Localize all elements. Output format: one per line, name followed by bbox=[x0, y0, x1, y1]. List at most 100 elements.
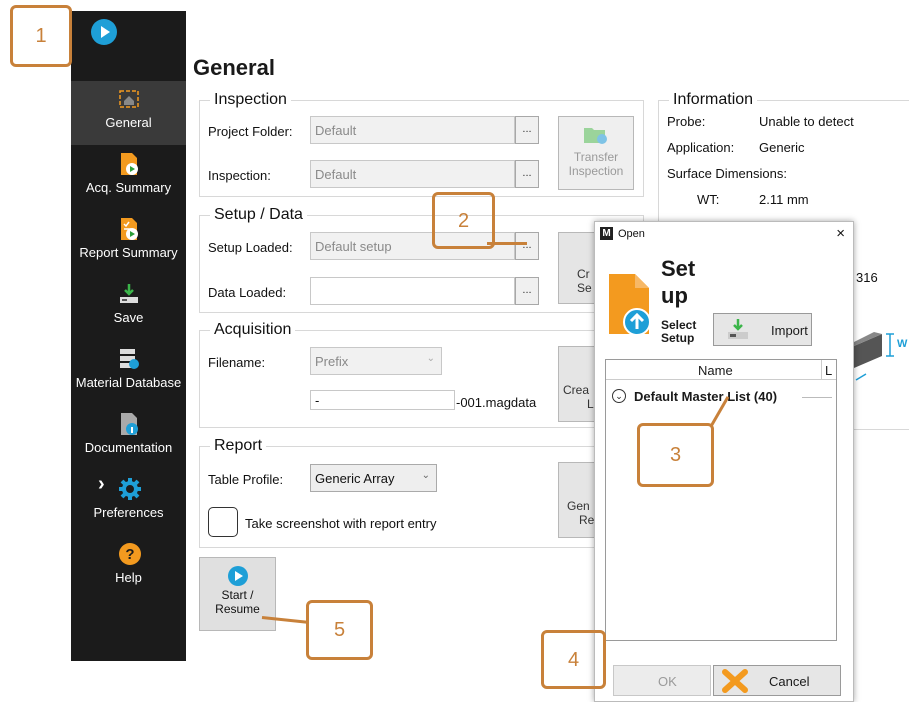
filename-label: Filename: bbox=[208, 355, 266, 370]
dialog-heading: Set up bbox=[661, 255, 721, 309]
play-icon bbox=[227, 566, 248, 586]
dialog-heading-line-2: up bbox=[661, 283, 688, 308]
sidebar-item-acq-summary[interactable]: Acq. Summary bbox=[71, 146, 186, 210]
close-icon[interactable]: × bbox=[836, 225, 845, 242]
sidebar-item-label: Save bbox=[113, 310, 144, 325]
table-profile-value: Generic Array bbox=[315, 471, 395, 486]
start-label-1: Start / bbox=[221, 588, 254, 602]
data-loaded-browse-button[interactable]: ... bbox=[515, 277, 539, 305]
sidebar: General Acq. Summary Report Summary Save… bbox=[71, 11, 186, 661]
inspection-label: Inspection: bbox=[208, 168, 271, 183]
generate-report-label-2: Re bbox=[579, 513, 595, 527]
home-icon bbox=[118, 87, 140, 111]
svg-text:?: ? bbox=[125, 546, 134, 563]
sidebar-item-label: Material Database bbox=[75, 375, 182, 390]
chevron-down-icon: ⌄ bbox=[421, 470, 430, 481]
sidebar-item-help[interactable]: ? Help bbox=[71, 536, 186, 600]
filename-mode-select[interactable]: Prefix ⌄ bbox=[310, 347, 442, 375]
table-profile-select[interactable]: Generic Array ⌄ bbox=[310, 464, 437, 492]
plate-diagram: W bbox=[854, 328, 909, 398]
wt-value: 2.11 mm bbox=[759, 192, 809, 207]
screenshot-checkbox[interactable] bbox=[208, 507, 238, 537]
project-folder-browse-button[interactable]: ... bbox=[515, 116, 539, 144]
cancel-label: Cancel bbox=[769, 674, 810, 689]
transfer-label-1: Transfer bbox=[573, 150, 619, 164]
chevron-down-icon[interactable]: ⌄ bbox=[612, 389, 626, 403]
sidebar-item-preferences[interactable]: Preferences bbox=[71, 471, 186, 535]
app-logo[interactable] bbox=[91, 19, 117, 45]
setup-list[interactable]: Name L ⌄ Default Master List (40) bbox=[605, 359, 837, 641]
start-resume-button[interactable]: Start / Resume bbox=[199, 557, 276, 631]
probe-label: Probe: bbox=[667, 114, 706, 129]
help-icon: ? bbox=[118, 542, 141, 566]
w-dimension-label: W bbox=[897, 338, 908, 350]
project-folder-label: Project Folder: bbox=[208, 124, 293, 139]
setup-loaded-label: Setup Loaded: bbox=[208, 240, 293, 255]
filename-prefix-input[interactable]: - bbox=[310, 390, 455, 410]
open-dialog: M Open × Set up Select Setup Import Name… bbox=[594, 221, 854, 702]
transfer-inspection-button[interactable]: Transfer Inspection bbox=[558, 116, 634, 190]
column-name-header[interactable]: Name bbox=[698, 363, 733, 378]
ok-label: OK bbox=[658, 674, 677, 689]
column-divider bbox=[821, 360, 822, 380]
sidebar-item-general[interactable]: General bbox=[71, 81, 186, 145]
sidebar-item-label: Report Summary bbox=[79, 245, 178, 260]
ok-button[interactable]: OK bbox=[613, 665, 711, 696]
sidebar-item-documentation[interactable]: Documentation bbox=[71, 406, 186, 470]
dialog-heading-line-1: Set bbox=[661, 256, 696, 281]
import-label: Import bbox=[771, 323, 808, 338]
filename-suffix: -001.magdata bbox=[456, 395, 537, 410]
application-label: Application: bbox=[667, 140, 735, 155]
screenshot-label: Take screenshot with report entry bbox=[245, 516, 437, 531]
sidebar-item-label: Preferences bbox=[93, 505, 164, 520]
filename-mode-value: Prefix bbox=[315, 354, 349, 369]
setup-data-heading: Setup / Data bbox=[210, 206, 307, 224]
application-value: Generic bbox=[759, 140, 805, 155]
app-m-icon: M bbox=[600, 227, 613, 240]
column-l-header[interactable]: L bbox=[825, 363, 832, 378]
dialog-subheading: Select Setup bbox=[661, 319, 696, 345]
transfer-label-2: Inspection bbox=[568, 164, 624, 178]
sidebar-item-report-summary[interactable]: Report Summary bbox=[71, 211, 186, 275]
page-title: General bbox=[193, 55, 275, 80]
generate-report-label-1: Gen bbox=[567, 499, 590, 513]
create-list-label-2: L bbox=[587, 397, 594, 411]
callout-3: 3 bbox=[637, 423, 714, 487]
acquisition-summary-icon bbox=[118, 152, 140, 176]
acquisition-heading: Acquisition bbox=[210, 321, 296, 339]
dialog-titlebar[interactable]: M Open × bbox=[595, 222, 853, 246]
inspection-browse-button[interactable]: ... bbox=[515, 160, 539, 188]
gear-icon bbox=[118, 477, 141, 501]
sidebar-item-material-database[interactable]: Material Database bbox=[71, 341, 186, 405]
wt-label: WT: bbox=[697, 192, 720, 207]
report-heading: Report bbox=[210, 437, 267, 455]
create-list-button[interactable]: Crea L bbox=[558, 346, 598, 422]
data-loaded-field[interactable] bbox=[310, 277, 515, 305]
create-setup-button[interactable]: Cr Se bbox=[558, 232, 598, 304]
group-divider bbox=[802, 397, 832, 398]
surface-dimensions-label: Surface Dimensions: bbox=[667, 166, 787, 181]
import-button[interactable]: Import bbox=[713, 313, 812, 346]
list-header: Name L bbox=[606, 360, 836, 380]
cancel-button[interactable]: Cancel bbox=[713, 665, 841, 696]
inspection-field[interactable]: Default bbox=[310, 160, 515, 188]
dialog-title: Open bbox=[618, 228, 645, 240]
callout-5: 5 bbox=[306, 600, 373, 660]
setup-file-icon bbox=[607, 272, 651, 336]
project-folder-field[interactable]: Default bbox=[310, 116, 515, 144]
chevron-right-icon[interactable]: › bbox=[98, 473, 105, 496]
material-database-icon bbox=[118, 347, 140, 371]
import-icon bbox=[726, 318, 750, 345]
generate-report-button[interactable]: Gen Re bbox=[558, 462, 598, 538]
inspection-heading: Inspection bbox=[210, 91, 291, 109]
information-heading: Information bbox=[669, 91, 758, 109]
callout-4: 4 bbox=[541, 630, 606, 689]
sidebar-item-save[interactable]: Save bbox=[71, 276, 186, 340]
save-icon bbox=[118, 282, 140, 306]
chevron-down-icon: ⌄ bbox=[426, 353, 435, 364]
setup-loaded-browse-button[interactable]: ... bbox=[515, 232, 539, 260]
folder-transfer-icon bbox=[583, 125, 609, 148]
probe-value: Unable to detect bbox=[759, 114, 854, 129]
data-loaded-label: Data Loaded: bbox=[208, 285, 287, 300]
start-label-2: Resume bbox=[215, 602, 260, 616]
